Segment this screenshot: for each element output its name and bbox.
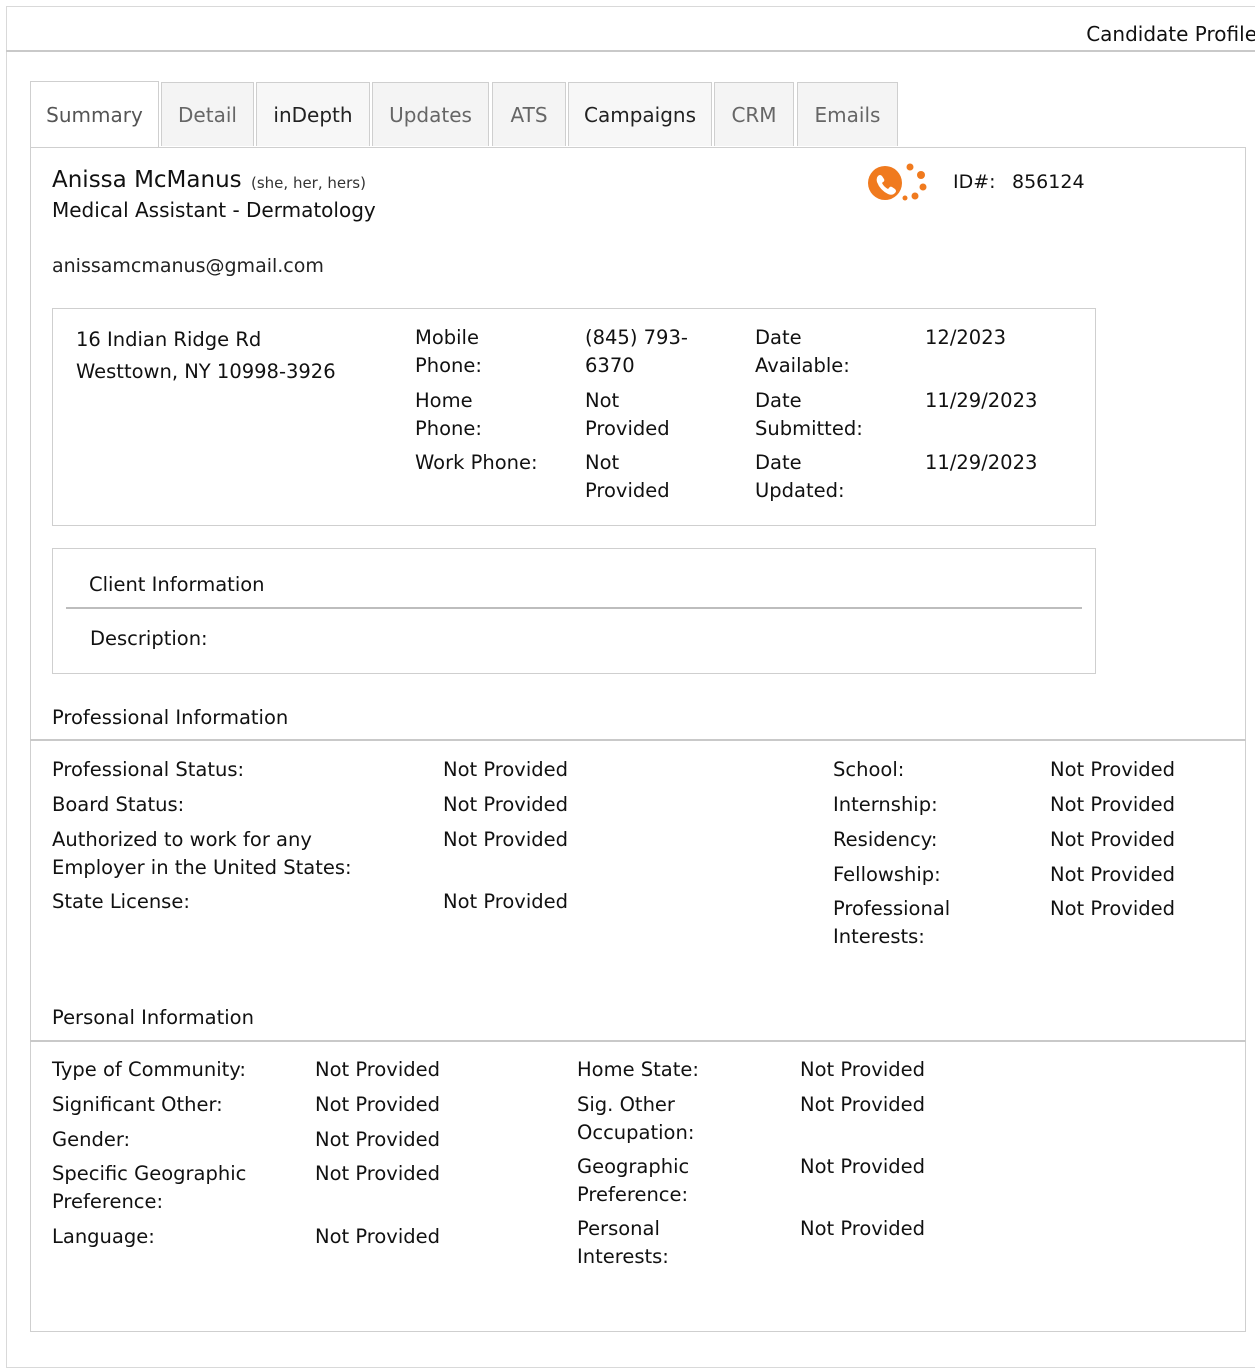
internship-label: Internship: [833,793,938,816]
candidate-id-value: 856124 [1012,171,1085,193]
address-line2: Westtown, NY 10998-3926 [76,360,336,383]
description-label: Description: [90,627,208,650]
professional-status-label: Professional Status: [52,758,245,781]
significant-other-label: Significant Other: [52,1093,223,1116]
tab-ats[interactable]: ATS [492,82,566,146]
home-phone-label: Home Phone: [415,389,482,440]
client-info-title: Client Information [89,573,265,596]
internship-value: Not Provided [1050,793,1176,816]
candidate-email: anissamcmanus@gmail.com [52,255,324,277]
gender-value: Not Provided [315,1128,441,1151]
tab-crm[interactable]: CRM [714,82,794,146]
home-state-value: Not Provided [800,1058,926,1081]
mobile-phone-value[interactable]: (845) 793- 6370 [585,324,688,380]
community-type-label: Type of Community: [52,1058,246,1081]
tab-campaigns[interactable]: Campaigns [568,82,712,146]
professional-info-divider [30,739,1246,741]
professional-info-title: Professional Information [52,706,289,729]
specific-geo-pref-value: Not Provided [315,1162,441,1185]
authorized-to-work-label: Authorized to work for any Employer in th… [52,828,352,879]
page-title: Candidate Profile [1086,22,1255,46]
sig-other-occupation-label: Sig. Other Occupation: [577,1093,695,1144]
candidate-name: Anissa McManus [52,167,242,193]
personal-interests-label: Personal Interests: [577,1217,669,1268]
language-label: Language: [52,1225,155,1248]
board-status-value: Not Provided [443,793,569,816]
tab-updates[interactable]: Updates [372,82,489,146]
language-value: Not Provided [315,1225,441,1248]
school-label: School: [833,758,905,781]
work-phone-value: Not Provided [585,451,670,502]
personal-info-divider [30,1040,1246,1042]
tab-emails[interactable]: Emails [797,82,898,146]
residency-value: Not Provided [1050,828,1176,851]
date-submitted-value: 11/29/2023 [925,389,1038,412]
client-info-box [52,548,1096,674]
mobile-phone-label: Mobile Phone: [415,326,482,377]
date-updated-value: 11/29/2023 [925,451,1038,474]
home-state-label: Home State: [577,1058,699,1081]
phone-icon[interactable] [866,160,930,204]
date-available-label: Date Available: [755,326,850,377]
authorized-to-work-value: Not Provided [443,828,569,851]
candidate-pronouns: (she, her, hers) [251,174,366,192]
professional-interests-value: Not Provided [1050,897,1176,920]
board-status-label: Board Status: [52,793,185,816]
address-line1: 16 Indian Ridge Rd [76,328,262,351]
gender-label: Gender: [52,1128,131,1151]
tab-detail[interactable]: Detail [161,82,254,146]
fellowship-label: Fellowship: [833,863,941,886]
school-value: Not Provided [1050,758,1176,781]
residency-label: Residency: [833,828,938,851]
professional-interests-label: Professional Interests: [833,897,951,948]
state-license-label: State License: [52,890,190,913]
candidate-job-title: Medical Assistant - Dermatology [52,198,376,222]
community-type-value: Not Provided [315,1058,441,1081]
geographic-pref-label: Geographic Preference: [577,1155,690,1206]
header-bar: Candidate Profile [6,6,1255,52]
date-available-value: 12/2023 [925,326,1007,349]
candidate-id-label: ID#: [953,171,996,193]
fellowship-value: Not Provided [1050,863,1176,886]
work-phone-label: Work Phone: [415,451,538,474]
home-phone-value: Not Provided [585,389,670,440]
tab-summary[interactable]: Summary [30,81,159,148]
date-updated-label: Date Updated: [755,451,845,502]
significant-other-value: Not Provided [315,1093,441,1116]
date-submitted-label: Date Submitted: [755,389,863,440]
personal-info-title: Personal Information [52,1006,254,1029]
sig-other-occupation-value: Not Provided [800,1093,926,1116]
state-license-value: Not Provided [443,890,569,913]
specific-geo-pref-label: Specific Geographic Preference: [52,1162,247,1213]
geographic-pref-value: Not Provided [800,1155,926,1178]
client-info-divider [66,607,1082,609]
tab-indepth[interactable]: inDepth [256,82,370,146]
professional-status-value: Not Provided [443,758,569,781]
personal-interests-value: Not Provided [800,1217,926,1240]
